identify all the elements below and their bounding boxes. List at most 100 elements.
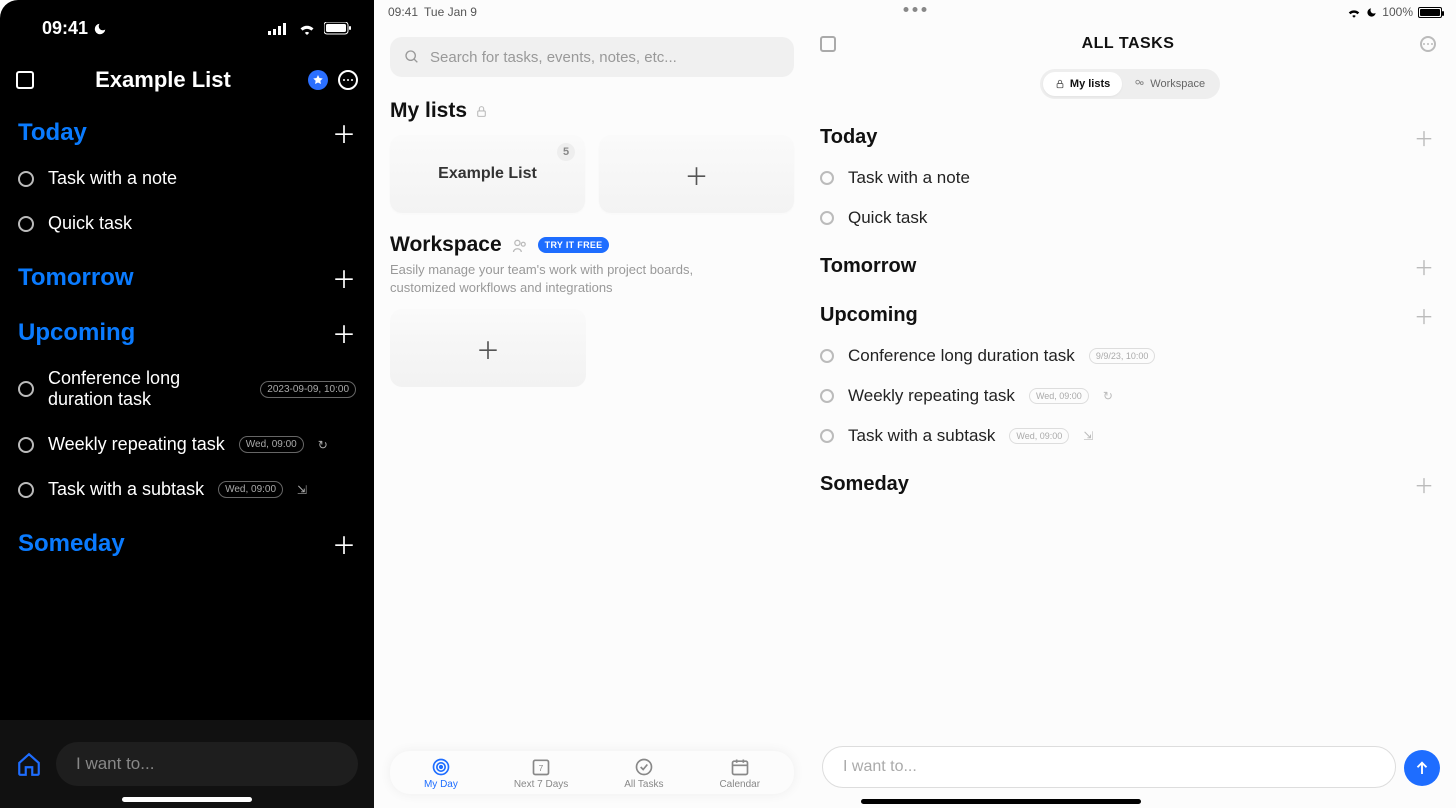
calendar7-icon: 7 (531, 757, 551, 777)
people-icon (1134, 79, 1145, 89)
status-date: Tue Jan 9 (424, 5, 477, 19)
section-label: Tomorrow (820, 255, 916, 278)
add-workspace-button[interactable]: ＋ (390, 309, 586, 387)
tab-calendar[interactable]: Calendar (719, 757, 760, 790)
task-radio[interactable] (820, 389, 834, 403)
phone-screen: 09:41 Example List (0, 0, 374, 808)
section-label: Upcoming (820, 304, 918, 327)
star-icon[interactable] (308, 70, 328, 90)
workspace-label: Workspace (390, 233, 502, 257)
wifi-icon (1347, 7, 1361, 18)
repeat-icon: ↻ (318, 438, 328, 452)
seg-mylists[interactable]: My lists (1043, 72, 1122, 96)
list-card-example[interactable]: 5 Example List (390, 135, 585, 213)
task-radio[interactable] (18, 437, 34, 453)
list-card-name: Example List (438, 165, 537, 183)
try-free-badge[interactable]: TRY IT FREE (538, 237, 610, 253)
add-task-button[interactable]: ＋ (332, 260, 356, 295)
list-title: Example List (18, 67, 308, 93)
seg-workspace[interactable]: Workspace (1122, 72, 1217, 96)
view-toggle: My lists Workspace (1040, 69, 1220, 99)
home-icon[interactable] (16, 751, 42, 777)
add-task-button[interactable]: ＋ (332, 526, 356, 561)
task-row[interactable]: Task with a subtask Wed, 09:00 ⇲ (0, 467, 374, 512)
task-radio[interactable] (820, 349, 834, 363)
add-task-button[interactable]: ＋ (1414, 252, 1434, 281)
add-task-button[interactable]: ＋ (332, 115, 356, 150)
task-name: Conference long duration task (48, 368, 246, 410)
task-radio[interactable] (18, 171, 34, 187)
task-name: Weekly repeating task (48, 434, 225, 455)
calendar-icon (730, 757, 750, 777)
section-someday: Someday ＋ (0, 512, 374, 567)
add-list-button[interactable]: ＋ (599, 135, 794, 213)
section-tomorrow: Tomorrow ＋ (820, 238, 1440, 287)
section-someday: Someday ＋ (820, 456, 1440, 505)
task-name: Quick task (848, 208, 927, 228)
task-name: Task with a note (848, 168, 970, 188)
sidebar: Search for tasks, events, notes, etc... … (374, 19, 810, 808)
mylists-heading: My lists (390, 99, 794, 123)
task-name: Conference long duration task (848, 346, 1075, 366)
add-task-button[interactable]: ＋ (1414, 470, 1434, 499)
task-row[interactable]: Weekly repeating task Wed, 09:00 ↻ (820, 376, 1440, 416)
home-indicator[interactable] (861, 799, 1141, 804)
task-row[interactable]: Task with a subtask Wed, 09:00 ⇲ (820, 416, 1440, 456)
tablet-statusbar: 09:41 Tue Jan 9 100% (374, 0, 1456, 19)
task-row[interactable]: Weekly repeating task Wed, 09:00 ↻ (0, 422, 374, 467)
search-placeholder: Search for tasks, events, notes, etc... (430, 49, 677, 66)
send-button[interactable] (1404, 750, 1440, 786)
select-all-checkbox[interactable] (820, 36, 836, 52)
task-radio[interactable] (820, 211, 834, 225)
quick-add-input[interactable]: I want to... (56, 742, 358, 786)
phone-statusbar: 09:41 (0, 0, 374, 39)
section-label: Today (18, 119, 87, 147)
lock-icon (1055, 79, 1065, 89)
tab-alltasks[interactable]: All Tasks (624, 757, 663, 790)
task-radio[interactable] (18, 381, 34, 397)
signal-icon (268, 23, 290, 35)
moon-icon (1366, 7, 1377, 18)
task-row[interactable]: Task with a note (0, 156, 374, 201)
target-icon (431, 757, 451, 777)
section-today: Today ＋ (0, 101, 374, 156)
search-input[interactable]: Search for tasks, events, notes, etc... (390, 37, 794, 77)
more-icon[interactable] (1420, 36, 1436, 52)
task-row[interactable]: Quick task (820, 198, 1440, 238)
home-indicator[interactable] (122, 797, 252, 802)
quick-add-placeholder: I want to... (843, 758, 917, 776)
task-name: Task with a subtask (48, 479, 204, 500)
task-radio[interactable] (820, 171, 834, 185)
due-badge: 2023-09-09, 10:00 (260, 381, 356, 398)
add-task-button[interactable]: ＋ (332, 315, 356, 350)
due-badge: 9/9/23, 10:00 (1089, 348, 1156, 364)
status-time: 09:41 (388, 5, 418, 19)
add-task-button[interactable]: ＋ (1414, 123, 1434, 152)
due-badge: Wed, 09:00 (218, 481, 283, 498)
multitask-dots-icon[interactable] (904, 7, 927, 12)
mylists-label: My lists (390, 99, 467, 123)
task-radio[interactable] (820, 429, 834, 443)
people-icon (512, 239, 528, 252)
workspace-subtitle: Easily manage your team's work with proj… (390, 261, 750, 297)
quick-add-input[interactable]: I want to... (822, 746, 1396, 788)
lock-icon (475, 105, 488, 118)
task-radio[interactable] (18, 216, 34, 232)
tab-next7[interactable]: 7 Next 7 Days (514, 757, 568, 790)
phone-bottom-bar: I want to... (0, 720, 374, 808)
task-row[interactable]: Quick task (0, 201, 374, 246)
task-radio[interactable] (18, 482, 34, 498)
more-icon[interactable] (338, 70, 358, 90)
battery-percent: 100% (1382, 5, 1413, 19)
add-task-button[interactable]: ＋ (1414, 301, 1434, 330)
task-row[interactable]: Conference long duration task 9/9/23, 10… (820, 336, 1440, 376)
tab-label: Calendar (719, 779, 760, 790)
tab-label: My Day (424, 779, 458, 790)
task-row[interactable]: Task with a note (820, 158, 1440, 198)
phone-header: Example List (0, 39, 374, 101)
section-label: Someday (820, 473, 909, 496)
tab-myday[interactable]: My Day (424, 757, 458, 790)
task-row[interactable]: Conference long duration task 2023-09-09… (0, 356, 374, 422)
task-name: Task with a note (48, 168, 177, 189)
task-name: Weekly repeating task (848, 386, 1015, 406)
